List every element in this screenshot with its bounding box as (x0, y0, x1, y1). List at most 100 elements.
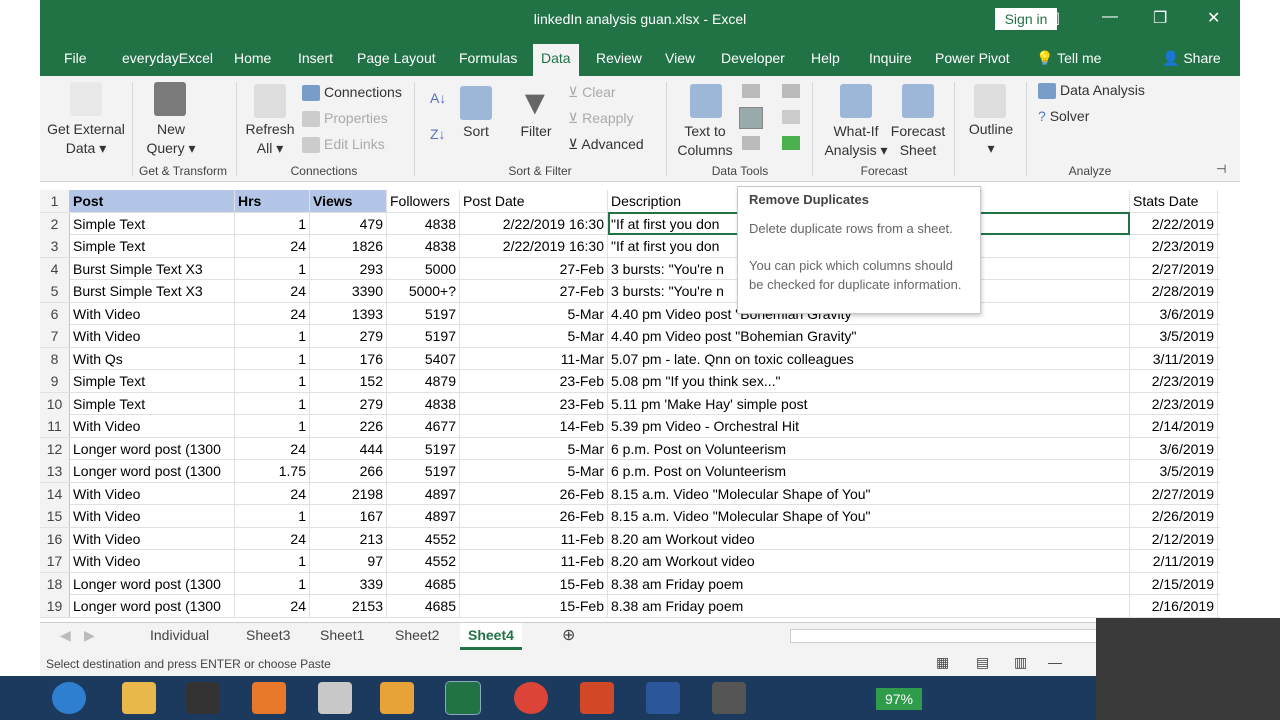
cell-post-date[interactable]: 5-Mar (460, 437, 608, 460)
cell-description[interactable]: 8.20 am Workout video (608, 527, 1130, 550)
cell-post-date[interactable]: 2/22/2019 16:30 (460, 212, 608, 235)
cell-post-date[interactable]: 15-Feb (460, 572, 608, 595)
manage-data-model-icon[interactable] (782, 136, 800, 150)
cell-post-date[interactable]: 26-Feb (460, 482, 608, 505)
cell-post[interactable]: With Video (70, 527, 235, 550)
refresh-all-button[interactable]: Refresh All ▾ (240, 120, 300, 158)
cell-views[interactable]: 1826 (310, 235, 387, 257)
cell-followers[interactable]: 5407 (387, 347, 460, 370)
restore-button[interactable]: ❐ (1153, 8, 1167, 28)
cell-post[interactable]: Longer word post (1300 (70, 460, 235, 482)
row-number[interactable]: 5 (40, 280, 70, 302)
new-sheet-button[interactable]: ⊕ (562, 625, 575, 645)
cell-stats-date[interactable]: 2/14/2019 (1130, 415, 1218, 437)
cell-post-date[interactable]: 11-Feb (460, 527, 608, 550)
row-number[interactable]: 9 (40, 370, 70, 392)
pdf-app-icon[interactable] (252, 682, 286, 714)
sort-a-z-button[interactable]: A↓ (430, 90, 446, 106)
cell-stats-date[interactable]: 3/5/2019 (1130, 325, 1218, 347)
cell-stats-date[interactable]: 2/11/2019 (1130, 550, 1218, 572)
cell-followers[interactable]: 5197 (387, 302, 460, 325)
cell-followers[interactable]: 4838 (387, 235, 460, 257)
cell-stats-date[interactable]: 2/12/2019 (1130, 527, 1218, 550)
tab-formulas[interactable]: Formulas (459, 50, 517, 66)
cell-followers[interactable]: 4838 (387, 212, 460, 235)
cell-hrs[interactable]: 1 (235, 212, 310, 235)
cell-description[interactable]: 8.15 a.m. Video "Molecular Shape of You" (608, 482, 1130, 505)
fx-app-icon[interactable] (186, 682, 220, 714)
start-button[interactable] (52, 682, 86, 714)
pin-ribbon-icon[interactable]: ⊣ (1216, 162, 1226, 176)
sort-button[interactable]: Sort (454, 122, 498, 141)
cell-post[interactable]: Longer word post (1300 (70, 437, 235, 460)
cell-post[interactable]: Burst Simple Text X3 (70, 257, 235, 280)
cell-hrs[interactable]: 1 (235, 325, 310, 347)
row-number[interactable]: 3 (40, 235, 70, 257)
row-number[interactable]: 16 (40, 527, 70, 550)
outlook-icon[interactable] (380, 682, 414, 714)
data-validation-icon[interactable] (742, 136, 760, 150)
cell-followers[interactable]: 5000 (387, 257, 460, 280)
cell-description[interactable]: 5.07 pm - late. Qnn on toxic colleagues (608, 347, 1130, 370)
row-number[interactable]: 8 (40, 347, 70, 370)
word-icon[interactable] (646, 682, 680, 714)
row-number[interactable]: 12 (40, 437, 70, 460)
cell-description[interactable]: 8.20 am Workout video (608, 550, 1130, 572)
forecast-sheet-button[interactable]: Forecast Sheet (888, 122, 948, 160)
reapply-button[interactable]: ⊻ Reapply (568, 110, 634, 127)
cell-hrs[interactable]: 24 (235, 527, 310, 550)
row-number[interactable]: 15 (40, 505, 70, 527)
cell-hrs[interactable]: 1 (235, 370, 310, 392)
solver-button[interactable]: ? Solver (1038, 108, 1089, 124)
cell-stats-date[interactable]: 3/6/2019 (1130, 302, 1218, 325)
cell-hrs[interactable]: 1 (235, 392, 310, 415)
tab-review[interactable]: Review (596, 50, 642, 66)
tab-help[interactable]: Help (811, 50, 840, 66)
cell-hrs[interactable]: 1.75 (235, 460, 310, 482)
cell-stats-date[interactable]: 2/22/2019 (1130, 212, 1218, 235)
tab-insert[interactable]: Insert (298, 50, 333, 66)
cell-post-date[interactable]: 11-Feb (460, 550, 608, 572)
cell-followers[interactable]: 4685 (387, 572, 460, 595)
cell-description[interactable]: 5.08 pm "If you think sex..." (608, 370, 1130, 392)
cell-hrs[interactable]: 24 (235, 482, 310, 505)
row-number[interactable]: 19 (40, 595, 70, 617)
cell-post[interactable]: Simple Text (70, 392, 235, 415)
edit-links-button[interactable]: Edit Links (302, 136, 385, 154)
header-views[interactable]: Views (310, 190, 387, 212)
sheet-tab-sheet4[interactable]: Sheet4 (460, 623, 522, 650)
row-number[interactable]: 17 (40, 550, 70, 572)
cell-post-date[interactable]: 15-Feb (460, 595, 608, 617)
cell-stats-date[interactable]: 3/6/2019 (1130, 437, 1218, 460)
cell-stats-date[interactable]: 2/27/2019 (1130, 257, 1218, 280)
cell-stats-date[interactable]: 2/16/2019 (1130, 595, 1218, 617)
cell-description[interactable]: 8.38 am Friday poem (608, 572, 1130, 595)
cell-views[interactable]: 152 (310, 370, 387, 392)
tab-file[interactable]: File (64, 50, 87, 66)
cell-followers[interactable]: 5197 (387, 437, 460, 460)
excel-icon[interactable] (445, 681, 481, 715)
cell-post-date[interactable]: 11-Mar (460, 347, 608, 370)
cell-description[interactable]: 4.40 pm Video post "Bohemian Gravity" (608, 325, 1130, 347)
cell-post[interactable]: With Video (70, 415, 235, 437)
chrome-icon[interactable] (514, 682, 548, 714)
header-post-date[interactable]: Post Date (460, 190, 608, 212)
cell-post-date[interactable]: 26-Feb (460, 505, 608, 527)
cell-post-date[interactable]: 5-Mar (460, 325, 608, 347)
cell-views[interactable]: 2198 (310, 482, 387, 505)
outline-button[interactable]: Outline ▾ (960, 120, 1022, 158)
data-analysis-button[interactable]: Data Analysis (1038, 82, 1145, 100)
cell-hrs[interactable]: 1 (235, 257, 310, 280)
cell-stats-date[interactable]: 2/23/2019 (1130, 392, 1218, 415)
cell-post[interactable]: Simple Text (70, 212, 235, 235)
header-followers[interactable]: Followers (387, 190, 460, 212)
row-number[interactable]: 13 (40, 460, 70, 482)
cell-stats-date[interactable]: 2/23/2019 (1130, 235, 1218, 257)
cell-stats-date[interactable]: 2/28/2019 (1130, 280, 1218, 302)
cell-post[interactable]: With Video (70, 302, 235, 325)
cell-post[interactable]: With Video (70, 550, 235, 572)
row-number[interactable]: 1 (40, 190, 70, 212)
cell-followers[interactable]: 4897 (387, 482, 460, 505)
cell-followers[interactable]: 4838 (387, 392, 460, 415)
tab-developer[interactable]: Developer (721, 50, 785, 66)
